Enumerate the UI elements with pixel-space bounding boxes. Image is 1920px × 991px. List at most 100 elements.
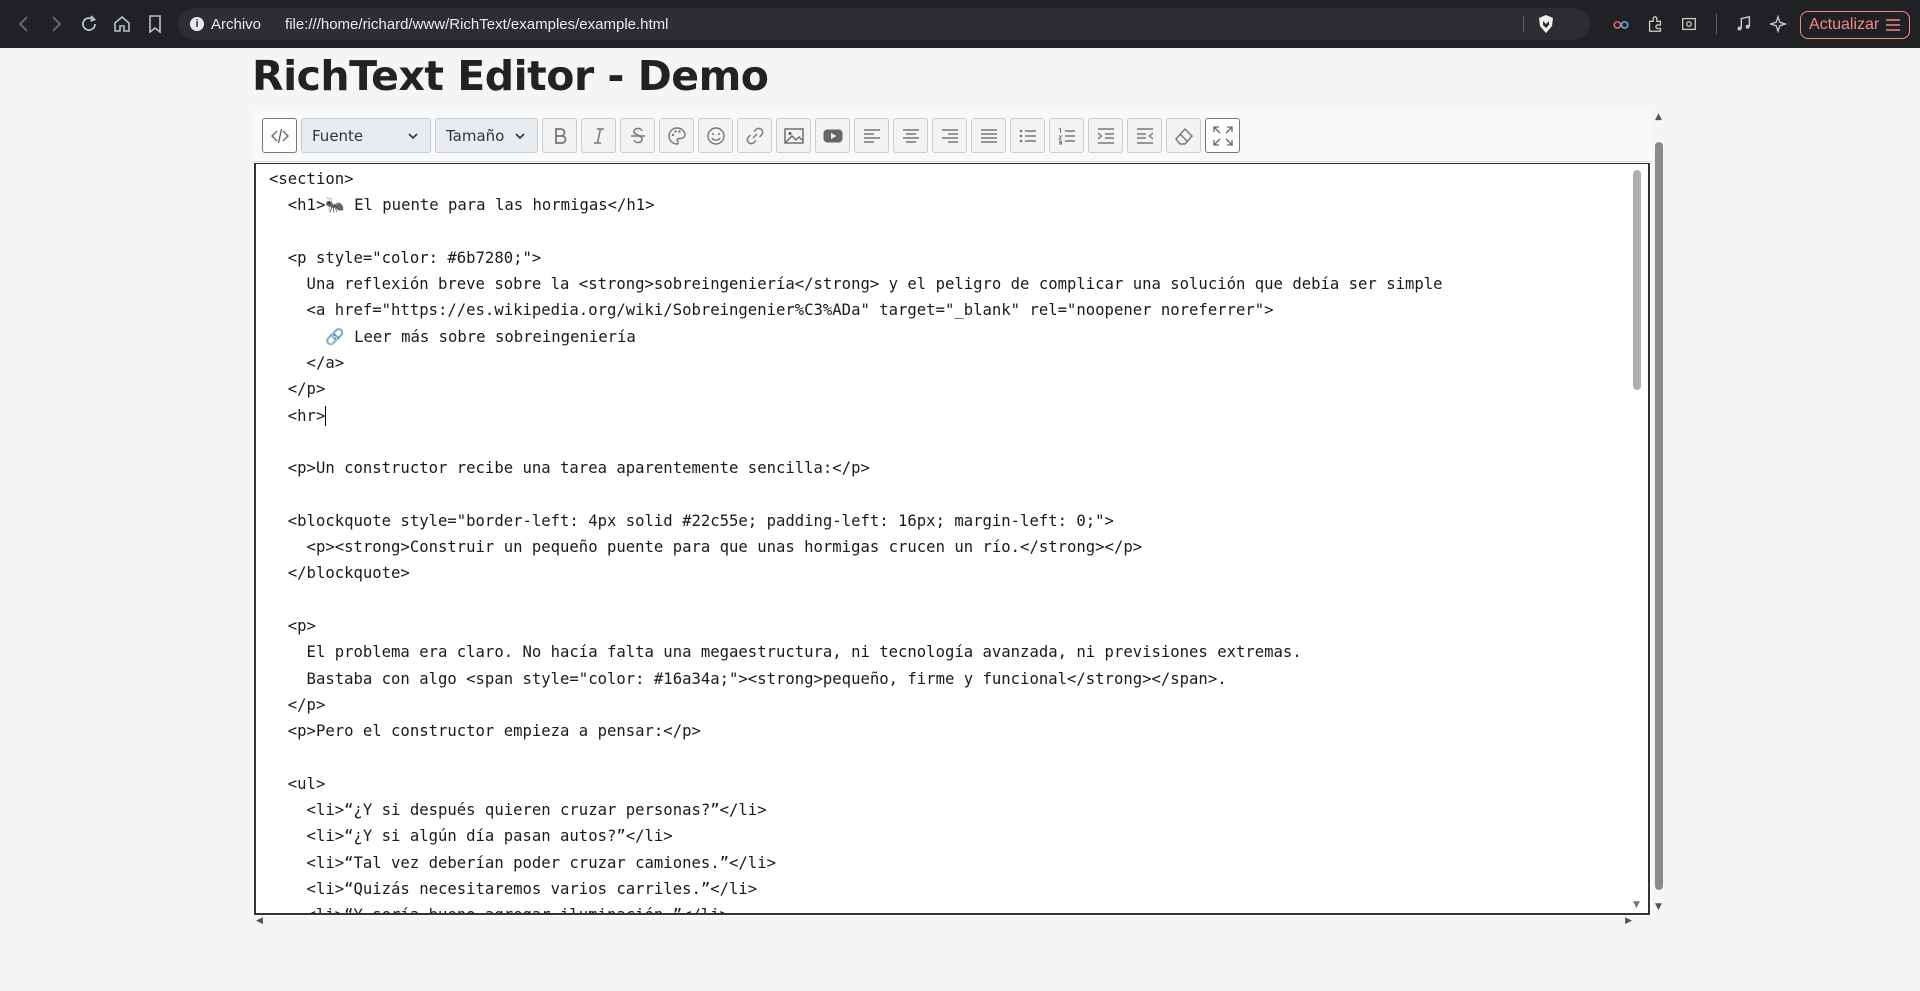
image-icon bbox=[783, 127, 804, 144]
code-line: <ul> bbox=[269, 774, 326, 793]
richtext-editor: Fuente Tamaño <section> <h1>🐜 El puente … bbox=[252, 110, 1652, 930]
page-vertical-scrollbar[interactable]: ▲ ▼ bbox=[1652, 110, 1666, 912]
bullet-list-icon bbox=[1019, 129, 1036, 142]
extensions-icon[interactable] bbox=[1640, 9, 1670, 39]
code-line: <li>“Y sería bueno agregar iluminación.”… bbox=[269, 902, 1609, 913]
code-line: <blockquote style="border-left: 4px soli… bbox=[269, 511, 1114, 530]
site-info[interactable]: i Archivo bbox=[190, 16, 261, 33]
code-icon bbox=[270, 128, 289, 143]
bullet-list-button[interactable] bbox=[1010, 118, 1045, 153]
update-label: Actualizar bbox=[1809, 16, 1880, 33]
size-select[interactable]: Tamaño bbox=[435, 118, 538, 153]
editor-toolbar: Fuente Tamaño bbox=[252, 110, 1652, 162]
align-right-icon bbox=[941, 128, 958, 143]
chevron-down-icon bbox=[408, 132, 418, 139]
link-button[interactable] bbox=[737, 118, 772, 153]
code-line: <li>“Quizás necesitaremos varios carrile… bbox=[269, 880, 758, 899]
bold-button[interactable] bbox=[542, 118, 577, 153]
indent-button[interactable] bbox=[1088, 118, 1123, 153]
indent-icon bbox=[1097, 127, 1114, 144]
media-icon[interactable] bbox=[1729, 9, 1759, 39]
browser-toolbar: i Archivo file:///home/richard/www/RichT… bbox=[0, 0, 1920, 48]
code-line: 🔗 Leer más sobre sobreingeniería bbox=[269, 327, 636, 346]
outdent-icon bbox=[1136, 127, 1153, 144]
source-code-button[interactable] bbox=[262, 118, 297, 153]
code-line: </blockquote> bbox=[269, 564, 410, 583]
emoji-button[interactable] bbox=[698, 118, 733, 153]
size-select-label: Tamaño bbox=[446, 126, 505, 145]
code-line: <li>“¿Y si después quieren cruzar person… bbox=[269, 801, 767, 820]
code-line: <li>“¿Y si algún día pasan autos?”</li> bbox=[269, 827, 673, 846]
text-caret bbox=[325, 406, 327, 427]
reader-mode-icon[interactable] bbox=[1674, 9, 1704, 39]
code-line: <h1>🐜 El puente para las hormigas</h1> bbox=[269, 196, 655, 215]
italic-button[interactable] bbox=[581, 118, 616, 153]
chevron-down-icon bbox=[515, 132, 525, 139]
scroll-down-arrow-icon[interactable]: ▼ bbox=[1655, 902, 1662, 912]
link-icon bbox=[746, 127, 763, 144]
code-line: <p>Pero el constructor empieza a pensar:… bbox=[269, 722, 701, 741]
strikethrough-button[interactable] bbox=[620, 118, 655, 153]
align-justify-icon bbox=[980, 128, 997, 143]
page-title: RichText Editor - Demo bbox=[252, 52, 769, 100]
palette-icon bbox=[667, 126, 686, 145]
bookmark-icon[interactable] bbox=[139, 8, 171, 40]
scroll-right-arrow-icon[interactable]: ▶ bbox=[1625, 916, 1632, 926]
font-select[interactable]: Fuente bbox=[301, 118, 431, 153]
actions-divider bbox=[1716, 14, 1717, 34]
forward-icon[interactable] bbox=[40, 8, 72, 40]
menu-icon bbox=[1886, 19, 1901, 31]
site-label: Archivo bbox=[211, 15, 262, 33]
page-scroll-thumb[interactable] bbox=[1655, 142, 1663, 890]
textarea-scrollbar[interactable]: ▼ bbox=[1632, 170, 1642, 910]
color-button[interactable] bbox=[659, 118, 694, 153]
code-line: <li>“Tal vez deberían poder cruzar camio… bbox=[269, 853, 776, 872]
source-code-content[interactable]: <section> <h1>🐜 El puente para las hormi… bbox=[269, 166, 1609, 913]
align-center-button[interactable] bbox=[893, 118, 928, 153]
scroll-up-arrow-icon[interactable]: ▲ bbox=[1655, 112, 1662, 122]
address-bar[interactable]: i Archivo file:///home/richard/www/RichT… bbox=[178, 8, 1590, 40]
align-left-icon bbox=[863, 128, 880, 143]
fullscreen-icon bbox=[1212, 125, 1233, 146]
wallet-icon[interactable] bbox=[1606, 9, 1636, 39]
scroll-left-arrow-icon[interactable]: ◀ bbox=[256, 916, 263, 926]
code-line: <p><strong>Construir un pequeño puente p… bbox=[269, 538, 1143, 557]
outdent-button[interactable] bbox=[1127, 118, 1162, 153]
clear-format-button[interactable] bbox=[1166, 118, 1201, 153]
brave-shield-icon[interactable] bbox=[1536, 14, 1556, 34]
url-text[interactable]: file:///home/richard/www/RichText/exampl… bbox=[285, 16, 668, 33]
bold-icon bbox=[554, 127, 566, 144]
code-line: </p> bbox=[269, 695, 326, 714]
info-icon: i bbox=[190, 17, 204, 31]
numbered-list-icon bbox=[1057, 127, 1075, 144]
code-line: <a href="https://es.wikipedia.org/wiki/S… bbox=[269, 301, 1274, 320]
numbered-list-button[interactable] bbox=[1049, 118, 1084, 153]
italic-icon bbox=[593, 127, 604, 144]
fullscreen-button[interactable] bbox=[1205, 118, 1240, 153]
align-right-button[interactable] bbox=[932, 118, 967, 153]
image-button[interactable] bbox=[776, 118, 811, 153]
page-horizontal-scrollbar[interactable]: ◀ ▶ bbox=[252, 916, 1652, 930]
leo-ai-icon[interactable] bbox=[1763, 9, 1793, 39]
align-justify-button[interactable] bbox=[971, 118, 1006, 153]
code-line: El problema era claro. No hacía falta un… bbox=[269, 643, 1302, 662]
code-line: <p>Un constructor recibe una tarea apare… bbox=[269, 459, 870, 478]
align-left-button[interactable] bbox=[854, 118, 889, 153]
scroll-down-arrow-icon[interactable]: ▼ bbox=[1633, 900, 1640, 910]
home-icon[interactable] bbox=[106, 8, 138, 40]
code-line: </a> bbox=[269, 354, 345, 373]
back-icon[interactable] bbox=[8, 8, 40, 40]
reload-icon[interactable] bbox=[73, 8, 105, 40]
update-button[interactable]: Actualizar bbox=[1800, 11, 1910, 39]
source-code-textarea[interactable]: <section> <h1>🐜 El puente para las hormi… bbox=[254, 163, 1650, 915]
browser-actions bbox=[1606, 8, 1793, 40]
textarea-scroll-thumb[interactable] bbox=[1633, 170, 1641, 390]
code-line: <p> bbox=[269, 617, 316, 636]
video-button[interactable] bbox=[815, 118, 850, 153]
strikethrough-icon bbox=[630, 127, 645, 143]
